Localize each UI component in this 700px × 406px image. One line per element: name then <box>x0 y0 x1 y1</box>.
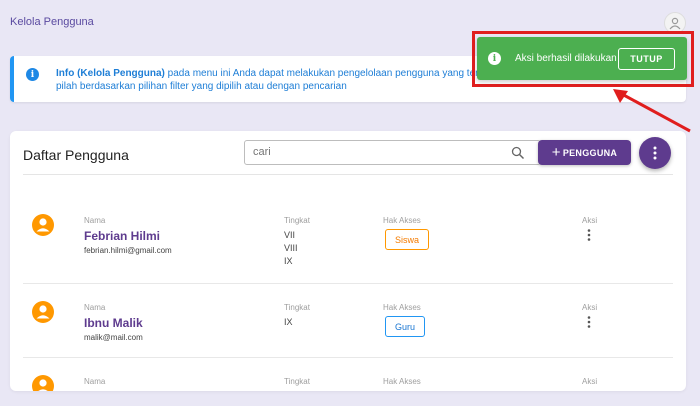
info-line-1: pada menu ini Anda dapat melakukan penge… <box>164 68 486 79</box>
level-item: IX <box>284 256 293 266</box>
access-label: Hak Akses <box>383 303 421 312</box>
table-row: Nama Ibnu Malik malik@mail.com Tingkat I… <box>10 297 686 357</box>
row-divider <box>23 283 673 284</box>
user-avatar-icon <box>32 375 54 391</box>
access-label: Hak Akses <box>383 216 421 225</box>
action-label: Aksi <box>582 303 598 312</box>
name-label: Nama <box>84 377 106 386</box>
level-label: Tingkat <box>284 377 310 386</box>
more-vert-icon <box>653 146 657 160</box>
info-text: Info (Kelola Pengguna) pada menu ini And… <box>56 67 486 93</box>
action-label: Aksi <box>582 377 598 386</box>
toast-message: Aksi berhasil dilakukan <box>515 53 617 64</box>
user-name[interactable]: Febrian Hilmi <box>84 229 160 243</box>
row-divider <box>23 357 673 358</box>
name-label: Nama <box>84 216 106 225</box>
page-title: Kelola Pengguna <box>10 16 94 28</box>
more-vert-icon[interactable] <box>587 316 591 328</box>
info-icon: i <box>488 52 501 65</box>
user-email: febrian.hilmi@gmail.com <box>84 246 172 255</box>
header-divider <box>23 174 673 175</box>
user-name[interactable]: Ibnu Malik <box>84 316 143 330</box>
info-title: Info (Kelola Pengguna) <box>56 68 165 79</box>
success-toast: i Aksi berhasil dilakukan TUTUP <box>477 37 687 80</box>
access-badge: Guru <box>385 316 426 337</box>
access-label: Hak Akses <box>383 377 421 386</box>
info-icon: i <box>26 68 39 81</box>
user-avatar-icon <box>32 214 54 236</box>
table-row: Nama Tingkat Hak Akses Aksi <box>10 371 686 391</box>
more-vert-icon[interactable] <box>587 229 591 241</box>
table-row: Nama Febrian Hilmi febrian.hilmi@gmail.c… <box>10 210 686 284</box>
access-badge: Siswa <box>385 229 430 250</box>
add-user-label: PENGGUNA <box>562 147 618 158</box>
level-list: IX <box>284 316 293 329</box>
name-label: Nama <box>84 303 106 312</box>
level-label: Tingkat <box>284 303 310 312</box>
card-title: Daftar Pengguna <box>23 147 129 163</box>
search-icon[interactable] <box>511 146 525 160</box>
level-item: VII <box>284 230 296 240</box>
level-list: VII VIII IX <box>284 229 298 268</box>
level-item: VIII <box>284 243 298 253</box>
user-email: malik@mail.com <box>84 333 143 342</box>
action-label: Aksi <box>582 216 598 225</box>
more-options-button[interactable] <box>639 137 671 169</box>
search-input[interactable] <box>253 146 503 158</box>
toast-close-button[interactable]: TUTUP <box>618 48 675 70</box>
add-user-button[interactable]: + PENGGUNA <box>538 140 631 165</box>
search-box[interactable] <box>244 140 541 165</box>
user-avatar-icon <box>32 301 54 323</box>
users-card: Daftar Pengguna + PENGGUNA Nama Febrian … <box>10 131 686 391</box>
plus-icon: + <box>551 144 561 161</box>
level-item: IX <box>284 317 293 327</box>
info-line-2: pilah berdasarkan pilihan filter yang di… <box>56 81 347 92</box>
level-label: Tingkat <box>284 216 310 225</box>
